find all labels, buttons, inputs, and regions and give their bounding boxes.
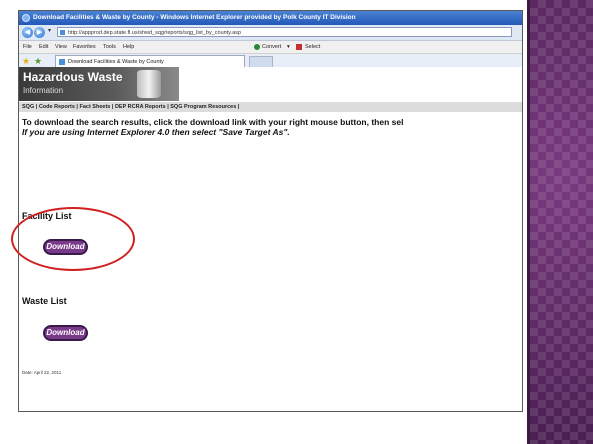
browser-tab[interactable]: Download Facilities & Waste by County [55, 55, 245, 67]
window-titlebar: Download Facilities & Waste by County - … [19, 11, 522, 25]
menu-view[interactable]: View [55, 41, 67, 53]
waste-list-heading: Waste List [22, 296, 67, 306]
tab-page-icon [59, 59, 65, 65]
download-instruction: To download the search results, click th… [22, 117, 404, 127]
highlight-circle [11, 207, 135, 271]
site-navigation[interactable]: SQG | Code Reports | Fact Sheets | DEP R… [19, 102, 522, 112]
menu-help[interactable]: Help [123, 41, 134, 53]
address-bar[interactable]: http://appprod.dep.state.fl.us/shwd_sqg/… [57, 27, 512, 37]
convert-icon [254, 44, 260, 50]
site-banner: Hazardous Waste Information [19, 67, 179, 101]
barrel-icon [137, 70, 161, 98]
ie-logo-icon [22, 14, 30, 22]
tab-label: Download Facilities & Waste by County [68, 59, 164, 65]
page-content: To download the search results, click th… [22, 117, 520, 137]
back-arrow-icon: ◀ [24, 29, 31, 36]
menu-favorites[interactable]: Favorites [73, 41, 96, 53]
select-button[interactable]: Select [305, 41, 320, 53]
menu-edit[interactable]: Edit [39, 41, 48, 53]
ie-instruction: If you are using Internet Explorer 4.0 t… [22, 127, 290, 137]
menu-tools[interactable]: Tools [103, 41, 116, 53]
purple-pattern-panel [530, 0, 593, 444]
favorites-star-icon[interactable]: ★ [22, 56, 30, 66]
waste-download-button[interactable]: Download [43, 325, 88, 341]
banner-subtitle: Information [23, 86, 64, 95]
forward-button[interactable]: ▶ [34, 27, 45, 38]
chevron-down-icon[interactable]: ▾ [48, 27, 51, 34]
page-icon [60, 30, 65, 35]
back-button[interactable]: ◀ [22, 27, 33, 38]
select-icon [296, 44, 302, 50]
add-favorites-icon[interactable]: ★ [34, 56, 42, 66]
forward-arrow-icon: ▶ [36, 29, 43, 36]
address-url: http://appprod.dep.state.fl.us/shwd_sqg/… [68, 30, 241, 36]
convert-button[interactable]: Convert [262, 41, 281, 53]
address-toolbar: ◀ ▶ ▾ http://appprod.dep.state.fl.us/shw… [19, 25, 522, 41]
banner-background [179, 67, 522, 101]
page-date: Date: April 22, 2011 [22, 370, 62, 375]
convert-dropdown-icon[interactable]: ▾ [287, 41, 290, 53]
menu-bar: File Edit View Favorites Tools Help Conv… [19, 41, 522, 54]
menu-file[interactable]: File [23, 41, 32, 53]
waste-download-label: Download [46, 328, 85, 337]
window-title: Download Facilities & Waste by County - … [33, 14, 356, 21]
banner-title: Hazardous Waste [23, 70, 123, 84]
